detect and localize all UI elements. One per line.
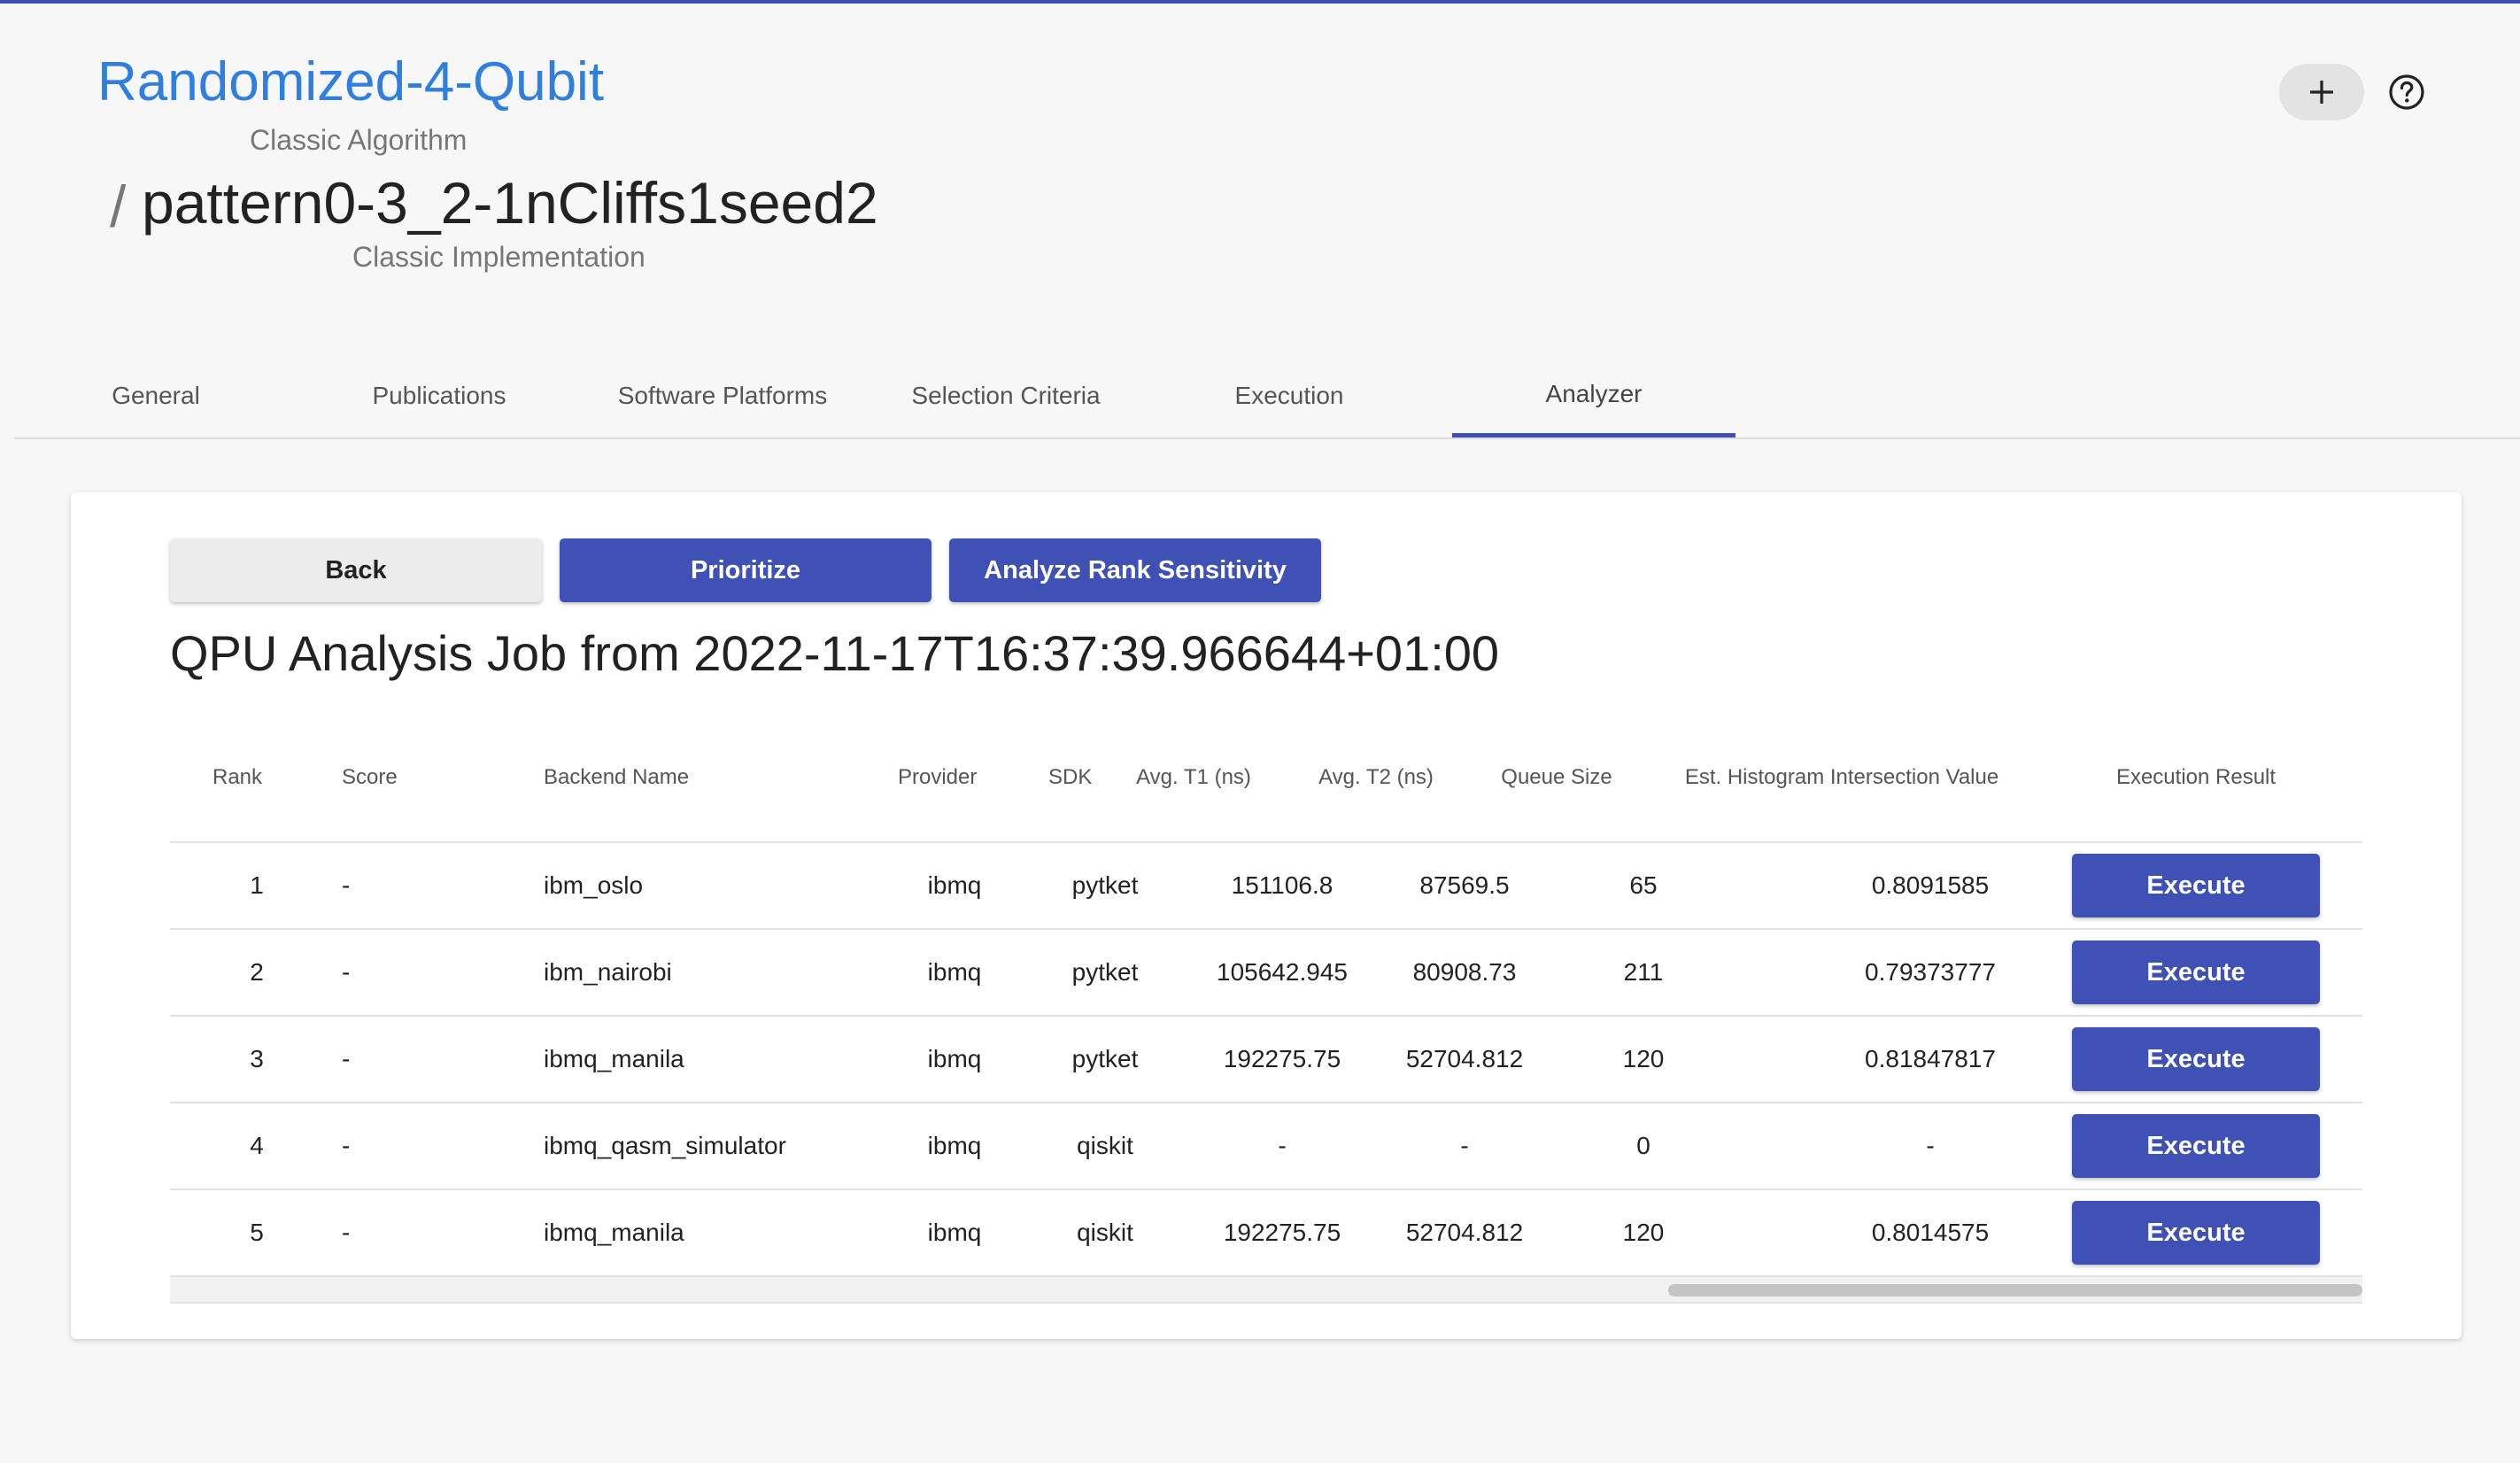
scrollbar-thumb[interactable] [1668,1284,2362,1297]
add-button[interactable] [2279,64,2364,120]
tab-analyzer[interactable]: Analyzer [1452,354,1735,437]
column-header-queue-size: Queue Size [1501,765,1612,789]
tab-selection-criteria[interactable]: Selection Criteria [864,354,1148,437]
implementation-type: Classic Implementation [352,241,645,273]
execute-button[interactable]: Execute [2072,940,2320,1004]
cell-avg-t1: 192275.75 [1223,1219,1341,1246]
cell-rank: 3 [250,1045,264,1072]
cell-score: - [342,1045,351,1072]
cell-sdk: pytket [1071,958,1139,986]
cell-backend-name: ibmq_qasm_simulator [544,1132,786,1159]
cell-backend-name: ibm_nairobi [544,958,672,986]
column-header-avg-t2: Avg. T2 (ns) [1318,765,1434,789]
cell-sdk: qiskit [1077,1219,1133,1246]
column-header-execution-result: Execution Result [2115,765,2277,789]
column-header-avg-t1: Avg. T1 (ns) [1136,765,1251,789]
execute-button[interactable]: Execute [2072,854,2320,917]
cell-provider: ibmq [927,1132,982,1159]
tab-software-platforms[interactable]: Software Platforms [581,354,864,437]
column-header-score: Score [342,765,398,789]
column-header-sdk: SDK [1048,765,1093,789]
cell-avg-t2: 87569.5 [1419,871,1510,899]
results-table: Rank Score Backend Name Provider SDK Avg… [170,714,2362,1304]
back-button[interactable]: Back [170,538,542,602]
cell-avg-t1: - [1278,1132,1287,1159]
cell-rank: 1 [250,871,264,899]
cell-sdk: pytket [1071,871,1139,899]
cell-score: - [342,1132,351,1159]
algorithm-type: Classic Algorithm [250,124,468,156]
cell-provider: ibmq [927,871,982,899]
cell-queue-size: 120 [1622,1045,1665,1072]
cell-score: - [342,871,351,899]
plus-icon [2310,81,2333,104]
cell-backend-name: ibmq_manila [544,1045,684,1072]
cell-rank: 4 [250,1132,264,1159]
cell-rank: 2 [250,958,264,986]
cell-queue-size: 211 [1623,958,1664,986]
breadcrumb-separator: / [110,174,127,239]
column-header-provider: Provider [898,765,978,789]
cell-histogram-intersection: 0.8014575 [1871,1219,1990,1246]
page-header: Randomized-4-Qubit Classic Algorithm / p… [0,4,2520,439]
column-header-backend-name: Backend Name [544,765,690,789]
cell-provider: ibmq [927,1219,982,1246]
cell-rank: 5 [250,1219,264,1246]
cell-score: - [342,1219,351,1246]
table-row: 1 - ibm_oslo ibmq pytket 151106.8 87569.… [170,843,2362,930]
cell-avg-t1: 151106.8 [1231,871,1333,899]
cell-queue-size: 0 [1636,1132,1650,1159]
execute-button[interactable]: Execute [2072,1114,2320,1178]
cell-queue-size: 120 [1622,1219,1665,1246]
table-row: 5 - ibmq_manila ibmq qiskit 192275.75 52… [170,1190,2362,1277]
horizontal-scrollbar[interactable] [170,1277,2362,1304]
tab-publications[interactable]: Publications [298,354,581,437]
analysis-card: Back Prioritize Analyze Rank Sensitivity… [71,492,2462,1339]
table-row: 4 - ibmq_qasm_simulator ibmq qiskit - - … [170,1103,2362,1190]
execute-button[interactable]: Execute [2072,1027,2320,1091]
cell-histogram-intersection: 0.79373777 [1865,958,1996,986]
column-header-rank: Rank [212,765,263,789]
cell-provider: ibmq [927,1045,982,1072]
cell-backend-name: ibmq_manila [544,1219,684,1246]
cell-provider: ibmq [927,958,982,986]
cell-avg-t2: - [1460,1132,1469,1159]
table-header: Rank Score Backend Name Provider SDK Avg… [170,714,2362,843]
cell-avg-t1: 192275.75 [1223,1045,1341,1072]
cell-score: - [342,958,351,986]
job-title: QPU Analysis Job from 2022-11-17T16:37:3… [170,625,1500,681]
table-row: 2 - ibm_nairobi ibmq pytket 105642.945 8… [170,930,2362,1017]
column-header-histogram-intersection: Est. Histogram Intersection Value [1684,765,1999,789]
execute-button[interactable]: Execute [2072,1201,2320,1265]
cell-histogram-intersection: 0.8091585 [1871,871,1990,899]
analyze-rank-sensitivity-button[interactable]: Analyze Rank Sensitivity [949,538,1321,602]
prioritize-button[interactable]: Prioritize [560,538,931,602]
cell-avg-t2: 80908.73 [1412,958,1517,986]
help-button[interactable] [2387,73,2426,112]
cell-histogram-intersection: 0.81847817 [1865,1045,1996,1072]
cell-avg-t2: 52704.812 [1405,1045,1524,1072]
cell-sdk: qiskit [1077,1132,1133,1159]
algorithm-title[interactable]: Randomized-4-Qubit [97,55,604,110]
implementation-title: pattern0-3_2-1nCliffs1seed2 [142,170,878,236]
cell-histogram-intersection: - [1926,1132,1935,1159]
tab-general[interactable]: General [14,354,298,437]
cell-avg-t1: 105642.945 [1217,958,1348,986]
cell-queue-size: 65 [1629,871,1658,899]
table-row: 3 - ibmq_manila ibmq pytket 192275.75 52… [170,1017,2362,1103]
tab-execution[interactable]: Execution [1148,354,1431,437]
cell-sdk: pytket [1071,1045,1139,1072]
tab-bar: General Publications Software Platforms … [14,354,2520,439]
cell-avg-t2: 52704.812 [1405,1219,1524,1246]
help-circle-icon [2389,74,2424,110]
cell-backend-name: ibm_oslo [544,871,644,899]
